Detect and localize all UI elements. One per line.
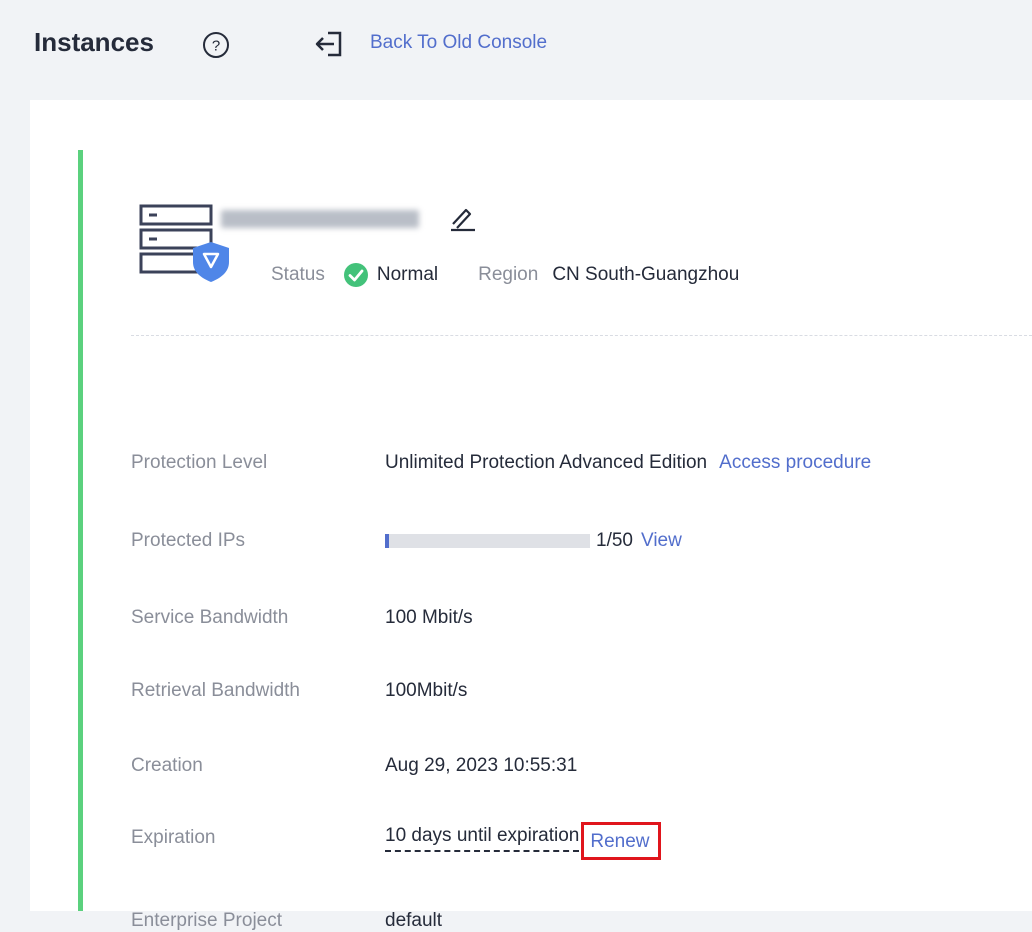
retrieval-bandwidth-value: 100Mbit/s xyxy=(385,680,468,701)
enterprise-project-row: Enterprise Project default xyxy=(131,910,442,932)
instance-status-line: Status Normal Region CN South-Guangzhou xyxy=(271,262,739,288)
svg-text:?: ? xyxy=(212,38,220,55)
protection-level-value: Unlimited Protection Advanced Edition xyxy=(385,452,708,473)
expiration-value: 10 days until expiration xyxy=(385,825,580,852)
protection-level-label: Protection Level xyxy=(131,452,268,473)
access-procedure-link[interactable]: Access procedure xyxy=(719,452,871,474)
section-divider xyxy=(131,335,1032,336)
service-bandwidth-row: Service Bandwidth 100 Mbit/s xyxy=(131,607,473,629)
check-circle-icon xyxy=(343,263,368,287)
region-value: CN South-Guangzhou xyxy=(552,264,740,285)
edit-name-icon[interactable] xyxy=(447,202,477,232)
page-header: Instances ? Back To Old Console xyxy=(0,0,1032,100)
view-ips-link[interactable]: View xyxy=(641,530,682,552)
page-title: Instances xyxy=(34,27,154,57)
creation-row: Creation Aug 29, 2023 10:55:31 xyxy=(131,755,577,777)
protection-level-row: Protection Level Unlimited Protection Ad… xyxy=(131,452,871,474)
retrieval-bandwidth-row: Retrieval Bandwidth 100Mbit/s xyxy=(131,680,467,702)
expiration-row: Expiration 10 days until expiration Rene… xyxy=(131,816,661,860)
creation-label: Creation xyxy=(131,755,203,776)
status-label: Status xyxy=(271,264,325,285)
retrieval-bandwidth-label: Retrieval Bandwidth xyxy=(131,680,300,701)
creation-value: Aug 29, 2023 10:55:31 xyxy=(385,755,578,776)
service-bandwidth-value: 100 Mbit/s xyxy=(385,607,473,628)
service-bandwidth-label: Service Bandwidth xyxy=(131,607,289,628)
protected-ips-row: Protected IPs 1/50 View xyxy=(131,530,682,552)
region-label: Region xyxy=(478,264,539,285)
content-panel: Status Normal Region CN South-Guangzhou … xyxy=(30,100,1032,931)
instance-name-redacted xyxy=(221,210,419,228)
protected-ips-progress-fill xyxy=(385,534,390,548)
protected-ips-progress-bar xyxy=(385,534,590,548)
expiration-label: Expiration xyxy=(131,827,216,848)
status-value: Normal xyxy=(376,264,439,285)
enterprise-project-label: Enterprise Project xyxy=(131,910,283,931)
renew-highlight-box: Renew xyxy=(581,822,661,860)
back-arrow-icon[interactable] xyxy=(314,30,344,58)
renew-link[interactable]: Renew xyxy=(590,831,649,852)
instance-card: Status Normal Region CN South-Guangzhou … xyxy=(78,150,1032,931)
help-icon[interactable]: ? xyxy=(202,31,230,59)
back-to-old-console-link[interactable]: Back To Old Console xyxy=(370,32,547,54)
protected-ips-count: 1/50 xyxy=(596,530,633,551)
protected-ips-label: Protected IPs xyxy=(131,530,246,551)
enterprise-project-value: default xyxy=(385,910,443,931)
